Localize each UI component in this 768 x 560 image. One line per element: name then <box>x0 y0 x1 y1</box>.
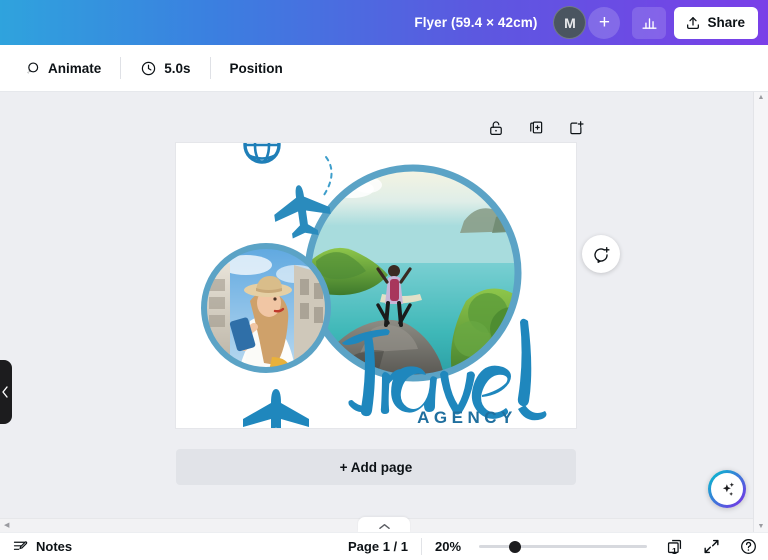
page-tools <box>487 119 585 137</box>
notes-icon <box>12 538 29 555</box>
chevron-left-icon <box>1 386 9 398</box>
add-comment-icon <box>592 245 611 264</box>
subhead-agency: AGENCY <box>417 408 517 427</box>
unlock-icon[interactable] <box>487 119 505 137</box>
insights-button[interactable] <box>632 6 667 39</box>
zoom-level-label[interactable]: 20% <box>435 539 473 554</box>
zoom-slider-thumb[interactable] <box>509 540 521 553</box>
notes-button[interactable]: Notes <box>12 538 72 555</box>
add-comment-button[interactable] <box>582 235 620 273</box>
animate-button[interactable]: Animate <box>14 52 111 84</box>
chevron-up-icon <box>378 523 390 530</box>
document-title[interactable]: Flyer (59.4 × 42cm) <box>414 15 537 30</box>
toolbar-divider-1 <box>120 57 122 79</box>
duration-button[interactable]: 5.0s <box>130 52 200 84</box>
animate-label: Animate <box>48 60 102 76</box>
animate-icon <box>24 60 41 77</box>
upload-icon <box>685 15 701 31</box>
page-grid-icon[interactable]: 1 <box>665 537 684 556</box>
toolbar-divider-2 <box>209 57 211 79</box>
canva-editor-window: Flyer (59.4 × 42cm) M + Share Animate 5.… <box>0 0 768 560</box>
clock-icon <box>140 60 157 77</box>
scroll-down-arrow-icon[interactable]: ▼ <box>758 523 765 530</box>
bottom-status-bar: Notes Page 1 / 1 20% 1 <box>0 532 768 560</box>
scroll-up-arrow-icon[interactable]: ▲ <box>758 94 765 101</box>
notes-label: Notes <box>36 539 73 554</box>
page-indicator: Page 1 / 1 <box>348 539 408 554</box>
context-toolbar: Animate 5.0s Position <box>0 45 768 92</box>
bar-chart-icon <box>641 14 658 31</box>
bottombar-divider <box>421 538 422 555</box>
add-page-icon[interactable] <box>567 119 585 137</box>
canvas-vertical-scrollbar[interactable]: ▲ ▼ <box>753 92 768 532</box>
zoom-slider[interactable] <box>479 540 647 554</box>
position-label: Position <box>229 60 283 76</box>
add-collaborator-button[interactable]: + <box>588 6 621 39</box>
scroll-left-arrow-icon[interactable]: ◀ <box>4 522 9 529</box>
zoom-slider-track <box>479 545 647 548</box>
design-page[interactable]: AGENCY <box>176 143 576 428</box>
magic-sparkle-icon <box>711 473 743 505</box>
help-circle-icon[interactable] <box>739 537 758 556</box>
duplicate-page-icon[interactable] <box>527 119 545 137</box>
fullscreen-icon[interactable] <box>702 537 721 556</box>
canvas-area[interactable]: AGENCY + Add page <box>0 92 768 532</box>
magic-studio-button[interactable] <box>708 470 746 508</box>
share-button-label: Share <box>707 15 745 30</box>
add-page-button[interactable]: + Add page <box>176 449 576 485</box>
avatar[interactable]: M <box>553 6 587 39</box>
bottombar-icon-group: 1 <box>661 537 758 556</box>
page-grid-count: 1 <box>672 545 677 556</box>
position-button[interactable]: Position <box>220 52 293 84</box>
side-panel-toggle[interactable] <box>0 360 12 424</box>
share-button[interactable]: Share <box>674 6 758 39</box>
travel-agency-flyer-artwork: AGENCY <box>176 143 576 428</box>
duration-label: 5.0s <box>164 60 191 76</box>
top-header-bar: Flyer (59.4 × 42cm) M + Share <box>0 0 768 45</box>
panel-expand-handle[interactable] <box>358 517 410 532</box>
